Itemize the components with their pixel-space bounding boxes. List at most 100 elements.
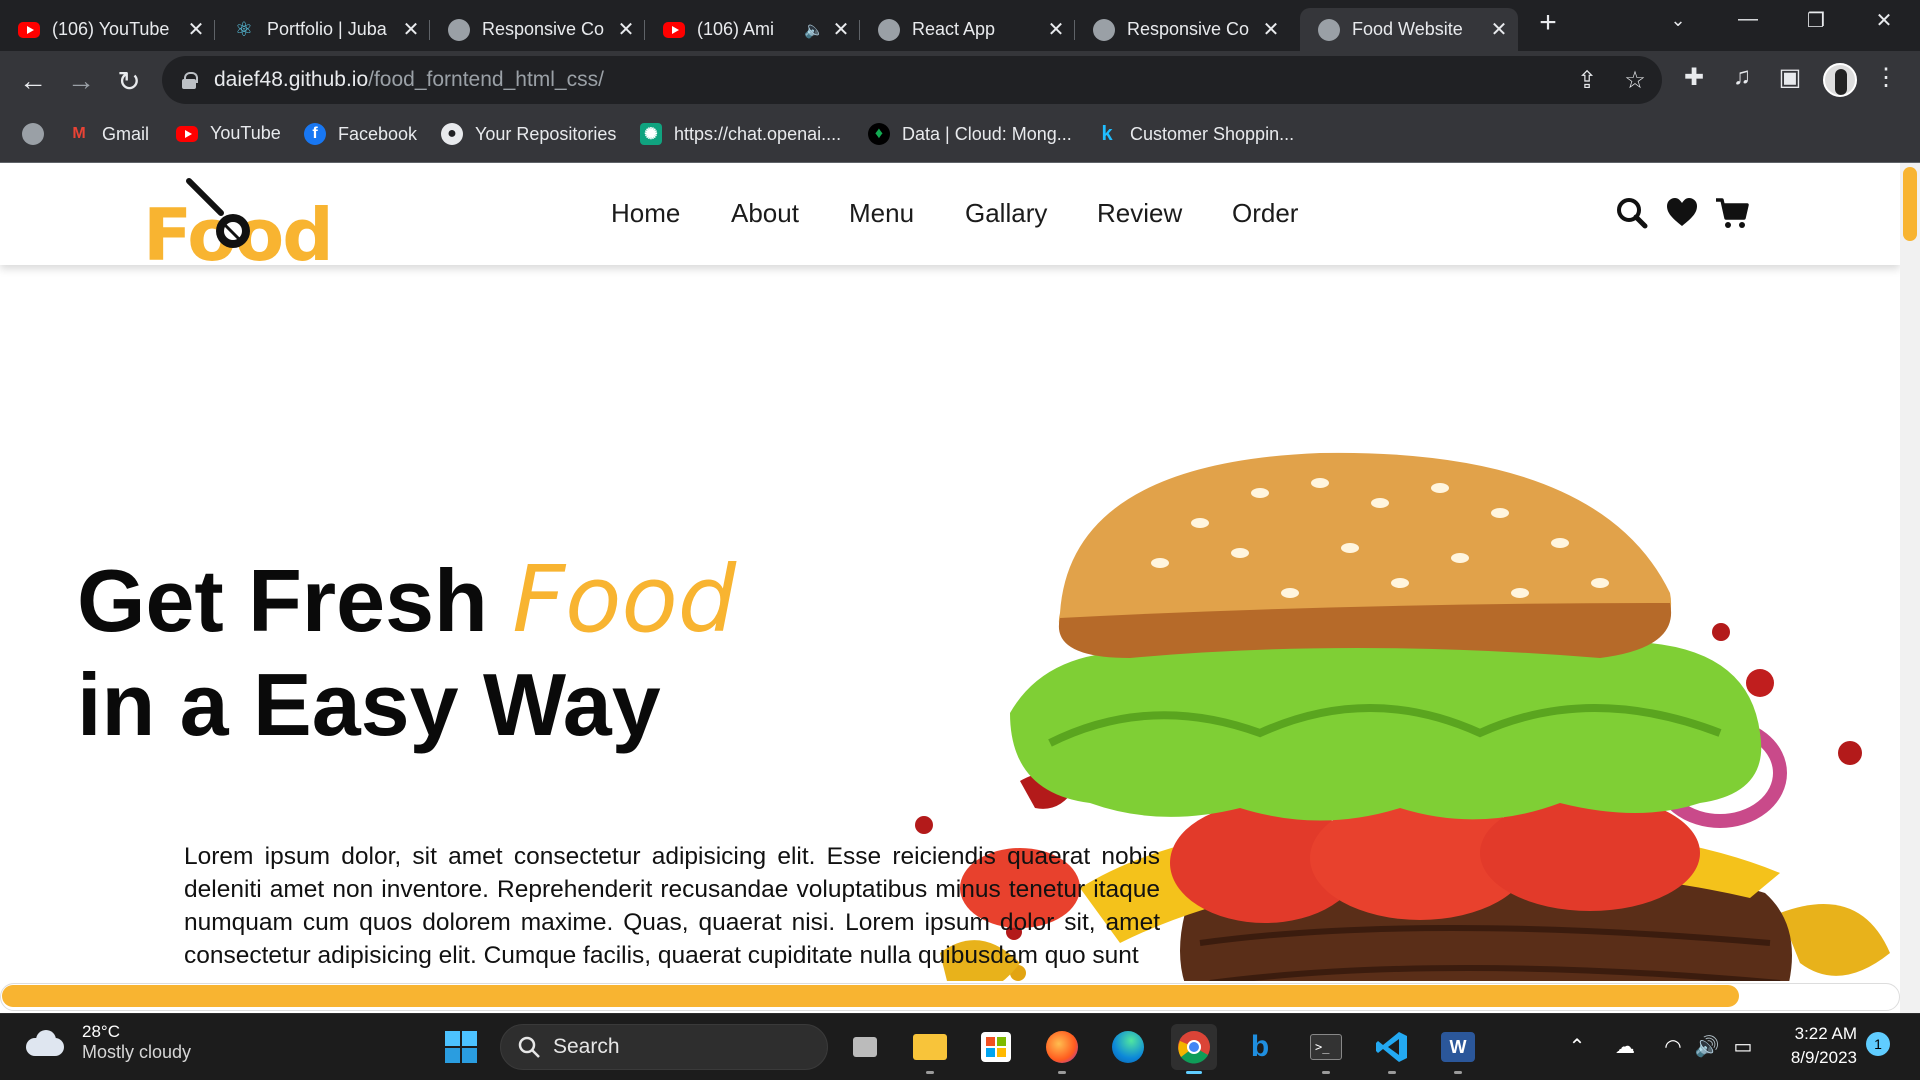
horizontal-scrollbar-thumb[interactable] [2, 985, 1739, 1007]
vertical-scrollbar-thumb[interactable] [1903, 167, 1917, 241]
lock-icon[interactable] [182, 72, 198, 89]
taskbar-word[interactable]: W [1435, 1024, 1481, 1074]
tab-title: (106) Ami [697, 19, 775, 39]
url-path: /food_forntend_html_css/ [368, 68, 604, 91]
avatar[interactable] [1823, 63, 1857, 97]
close-window-button[interactable]: ✕ [1864, 8, 1904, 33]
browser-toolbar: ← → ↻ daief48.github.io/food_forntend_ht… [0, 51, 1920, 109]
task-view-button[interactable] [842, 1024, 888, 1070]
nav-about[interactable]: About [731, 198, 799, 229]
taskbar-vscode[interactable] [1369, 1024, 1415, 1074]
running-indicator [926, 1071, 934, 1074]
edge-icon [1112, 1031, 1144, 1063]
star-icon[interactable]: ☆ [1620, 66, 1650, 95]
nav-menu[interactable]: Menu [849, 198, 914, 229]
nav-gallary[interactable]: Gallary [965, 198, 1047, 229]
bookmark-facebook[interactable]: f Facebook [304, 123, 417, 145]
taskbar-search[interactable]: Search [500, 1024, 828, 1070]
heart-icon[interactable] [1664, 195, 1700, 231]
new-tab-button[interactable]: + [1528, 6, 1568, 40]
bookmark-youtube[interactable]: YouTube [176, 123, 281, 144]
bookmark-chatgpt[interactable]: ✺ https://chat.openai.... [640, 123, 841, 145]
tab-strip: (106) YouTube ✕ ⚛ Portfolio | Juba ✕ Res… [0, 0, 1920, 51]
hero-title-accent: Food [512, 546, 737, 653]
bookmark-mongodb[interactable]: ♦ Data | Cloud: Mong... [868, 123, 1072, 145]
tab-title: Portfolio | Juba [267, 19, 387, 39]
start-button[interactable] [438, 1024, 484, 1070]
taskbar-file-explorer[interactable] [907, 1024, 953, 1074]
back-button[interactable]: ← [15, 63, 51, 99]
chevron-up-icon[interactable]: ⌃ [1562, 1034, 1592, 1059]
notification-badge[interactable]: 1 [1866, 1032, 1890, 1056]
taskbar-terminal[interactable]: >_ [1303, 1024, 1349, 1074]
bookmark-github[interactable]: ● Your Repositories [441, 123, 616, 145]
nav-order[interactable]: Order [1232, 198, 1298, 229]
taskbar-store[interactable] [973, 1024, 1019, 1070]
weather-widget[interactable]: 28°C Mostly cloudy [26, 1022, 191, 1063]
close-icon[interactable]: ✕ [1260, 17, 1282, 42]
gmail-icon: M [72, 125, 86, 142]
close-icon[interactable]: ✕ [615, 17, 637, 42]
tab-youtube[interactable]: (106) YouTube ✕ [0, 8, 215, 51]
search-icon[interactable] [1614, 195, 1650, 231]
kaggle-icon: k [1101, 122, 1113, 145]
page-viewport: Food Home About Menu Gallary Review Orde… [0, 163, 1920, 1013]
tab-title: (106) YouTube [52, 19, 170, 39]
clock[interactable]: 3:22 AM 8/9/2023 [1767, 1022, 1857, 1070]
folder-icon [913, 1034, 947, 1060]
nav-home[interactable]: Home [611, 198, 680, 229]
bookmark-label: https://chat.openai.... [674, 123, 842, 144]
bookmark-apps[interactable] [22, 123, 56, 145]
firefox-icon [1046, 1031, 1078, 1063]
cart-icon[interactable] [1714, 195, 1750, 231]
close-icon[interactable]: ✕ [1045, 17, 1067, 42]
spoon-icon [186, 178, 250, 248]
forward-button[interactable]: → [63, 63, 99, 99]
logo[interactable]: Food [143, 175, 334, 277]
extensions-icon[interactable]: ✚ [1676, 63, 1712, 92]
bookmark-label: Customer Shoppin... [1130, 123, 1295, 144]
battery-icon[interactable]: ▭ [1728, 1034, 1758, 1059]
close-icon[interactable]: ✕ [1488, 17, 1510, 42]
clock-time: 3:22 AM [1794, 1024, 1857, 1043]
taskbar-chrome[interactable] [1171, 1024, 1217, 1074]
tab-food-website[interactable]: Food Website ✕ [1300, 8, 1518, 51]
reload-button[interactable]: ↻ [111, 63, 147, 99]
bookmark-kaggle[interactable]: k Customer Shoppin... [1096, 123, 1294, 145]
minimize-button[interactable]: — [1728, 8, 1768, 31]
taskbar-firefox[interactable] [1039, 1024, 1085, 1074]
tab-title: Responsive Co [482, 19, 605, 39]
address-bar[interactable]: daief48.github.io/food_forntend_html_css… [162, 56, 1662, 104]
taskbar-bing[interactable]: b [1237, 1024, 1283, 1070]
search-icon [518, 1036, 540, 1058]
weather-desc: Mostly cloudy [82, 1042, 192, 1062]
bookmark-label: Data | Cloud: Mong... [902, 123, 1072, 144]
volume-icon[interactable]: 🔊 [1692, 1034, 1722, 1059]
tab-portfolio[interactable]: ⚛ Portfolio | Juba ✕ [215, 8, 430, 51]
close-icon[interactable]: ✕ [830, 17, 852, 42]
side-panel-icon[interactable]: ▣ [1772, 63, 1808, 92]
bing-icon: b [1250, 1030, 1270, 1063]
bookmark-gmail[interactable]: M Gmail [68, 123, 149, 145]
github-icon: ● [441, 123, 463, 145]
nav-review[interactable]: Review [1097, 198, 1182, 229]
tab-responsive-2[interactable]: Responsive Co ✕ [1075, 8, 1290, 51]
close-icon[interactable]: ✕ [185, 17, 207, 42]
restore-button[interactable]: ❐ [1796, 8, 1836, 33]
speaker-icon[interactable]: 🔈 [804, 20, 824, 40]
wifi-icon[interactable]: ◠ [1658, 1034, 1688, 1059]
globe-icon [1093, 18, 1115, 41]
tab-react-app[interactable]: React App ✕ [860, 8, 1075, 51]
tab-youtube-audio[interactable]: (106) Ami 🔈 ✕ [645, 8, 860, 51]
chevron-down-icon[interactable]: ⌄ [1658, 10, 1698, 31]
onedrive-icon[interactable]: ☁ [1610, 1034, 1640, 1059]
taskbar-edge[interactable] [1105, 1024, 1151, 1070]
close-icon[interactable]: ✕ [400, 17, 422, 42]
tab-responsive-1[interactable]: Responsive Co ✕ [430, 8, 645, 51]
media-control-icon[interactable]: ♫ [1724, 63, 1760, 91]
vertical-scrollbar[interactable] [1900, 163, 1920, 1013]
youtube-icon [663, 21, 685, 38]
share-icon[interactable]: ⇪ [1572, 66, 1602, 95]
globe-icon [878, 18, 900, 41]
more-menu-icon[interactable]: ⋮ [1868, 63, 1904, 92]
